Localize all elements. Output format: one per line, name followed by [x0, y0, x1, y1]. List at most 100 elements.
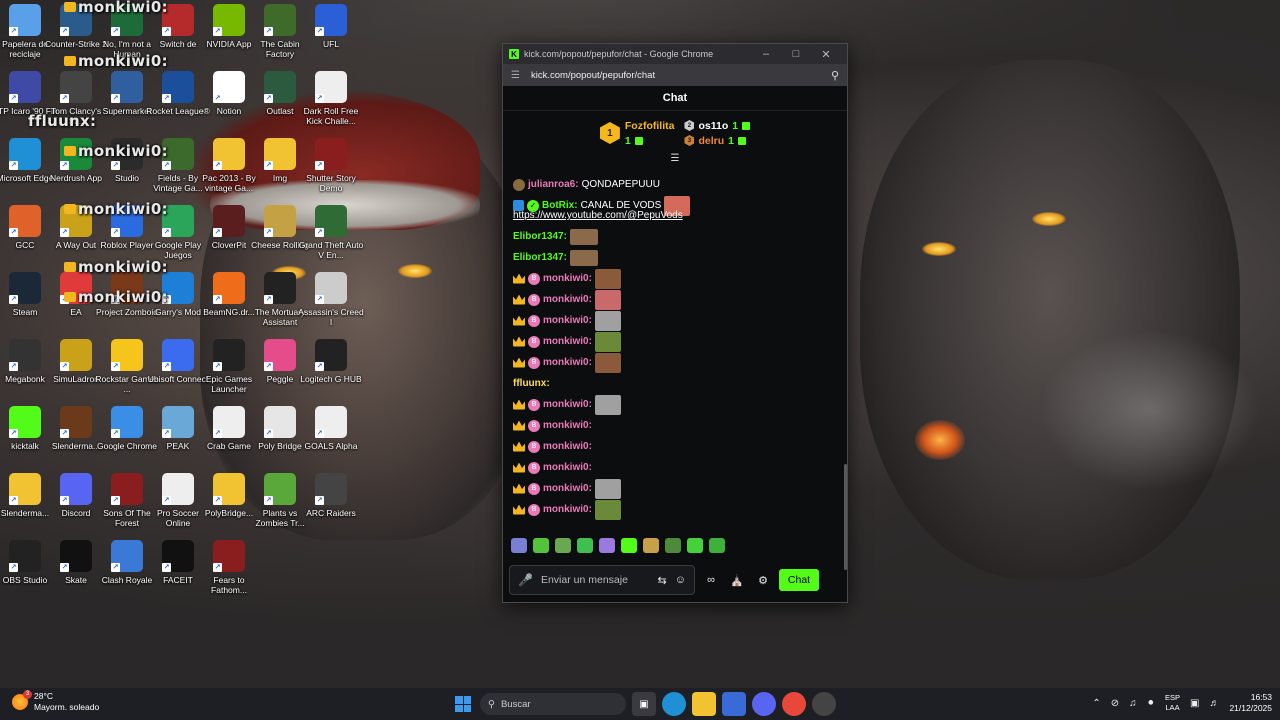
emote-icon[interactable]	[511, 538, 527, 553]
emoji-icon[interactable]: ☺	[675, 574, 686, 586]
url-text[interactable]: kick.com/popout/pepufor/chat	[531, 70, 831, 81]
emote-icon[interactable]	[555, 538, 571, 553]
desktop-icon[interactable]: ↗ Shutter Story Demo	[298, 138, 364, 193]
emote-icon[interactable]	[599, 538, 615, 553]
chat-username[interactable]: monkiwi0:	[543, 294, 592, 305]
weather-widget[interactable]: 3 28°C Mayorm. soleado	[12, 690, 99, 713]
settings-gear-icon[interactable]: ⚙	[753, 574, 773, 587]
youtube-link[interactable]: https://www.youtube.com/@PepuVods	[513, 210, 837, 222]
chat-message[interactable]: Bmonkiwi0:	[513, 289, 837, 310]
chat-message[interactable]: Bmonkiwi0:	[513, 394, 837, 415]
desktop-icon[interactable]: ↗ UFL	[298, 4, 364, 49]
chat-message[interactable]: Bmonkiwi0:	[513, 331, 837, 352]
file-explorer-icon[interactable]	[692, 692, 716, 716]
chat-username[interactable]: monkiwi0:	[543, 420, 592, 431]
chat-username[interactable]: monkiwi0:	[543, 441, 592, 452]
desktop-icon[interactable]: ↗ Assassin's Creed I	[298, 272, 364, 327]
desktop-icon[interactable]: ↗ Logitech G HUB	[298, 339, 364, 384]
emote-icon[interactable]	[665, 538, 681, 553]
discord-taskbar-icon[interactable]	[752, 692, 776, 716]
chat-message[interactable]: Bmonkiwi0:	[513, 415, 837, 436]
headset-icon[interactable]: ⚫	[1147, 698, 1155, 709]
chat-message[interactable]: Elibor1347:	[513, 247, 837, 268]
emote-icon[interactable]	[687, 538, 703, 553]
chat-username[interactable]: monkiwi0:	[543, 399, 592, 410]
chat-message[interactable]: Elibor1347:	[513, 226, 837, 247]
taskbar-search[interactable]: ⚲ Buscar	[480, 693, 626, 715]
desktop-icon[interactable]: ↗ Fears to Fathom...	[196, 540, 262, 595]
desktop-icon[interactable]: ↗ Grand Theft Auto V En...	[298, 205, 364, 260]
close-icon[interactable]: ✕	[811, 48, 841, 61]
shortcut-arrow-icon: ↗	[162, 228, 171, 237]
windows-start-icon[interactable]	[452, 693, 474, 715]
shortcut-arrow-icon: ↗	[9, 429, 18, 438]
chat-username[interactable]: monkiwi0:	[543, 462, 592, 473]
task-view-icon[interactable]: ▣	[632, 692, 656, 716]
chat-username[interactable]: Elibor1347:	[513, 231, 567, 242]
shortcut-arrow-icon: ↗	[111, 27, 120, 36]
network-off-icon[interactable]: ⊘	[1111, 698, 1119, 709]
subscriber-badge-icon: B	[528, 461, 540, 474]
chat-scrollbar[interactable]	[844, 464, 847, 570]
clock[interactable]: 16:53 21/12/2025	[1229, 692, 1272, 714]
chat-username[interactable]: Elibor1347:	[513, 252, 567, 263]
chat-message-input[interactable]	[540, 574, 650, 586]
shortcut-arrow-icon: ↗	[60, 94, 69, 103]
chat-messages[interactable]: julianroa6: QONDAPEPUUU ✓ BotRix: CANAL DE V…	[503, 174, 847, 526]
emote-icon[interactable]	[533, 538, 549, 553]
window-titlebar[interactable]: K kick.com/popout/pepufor/chat - Google …	[503, 44, 847, 64]
chrome-taskbar-icon[interactable]	[782, 692, 806, 716]
chat-username[interactable]: monkiwi0:	[543, 504, 592, 515]
chat-username[interactable]: ffluunx:	[513, 378, 550, 389]
microphone-icon[interactable]: 🎤	[518, 573, 533, 587]
chat-message[interactable]: Bmonkiwi0:	[513, 478, 837, 499]
emote-icon[interactable]	[709, 538, 725, 553]
leaderboard-second[interactable]: 2 os11o 1	[684, 120, 751, 132]
silver-medal-icon: 2	[684, 120, 695, 131]
chat-message[interactable]: Bmonkiwi0:	[513, 499, 837, 520]
emote-icon[interactable]	[577, 538, 593, 553]
chat-message[interactable]: ffluunx:	[513, 373, 837, 394]
edge-taskbar-icon[interactable]	[662, 692, 686, 716]
kick-points-icon[interactable]: ∞	[701, 574, 721, 586]
site-settings-icon[interactable]: ☰	[511, 70, 525, 81]
chat-message[interactable]: Bmonkiwi0:	[513, 310, 837, 331]
desktop-icon[interactable]: ↗ Dark Roll Free Kick Challe...	[298, 71, 364, 126]
chat-input-container[interactable]: 🎤 ⇆ ☺	[509, 565, 695, 595]
chat-username[interactable]: monkiwi0:	[543, 273, 592, 284]
send-chat-button[interactable]: Chat	[779, 569, 819, 591]
chevron-up-icon[interactable]: ⌃	[1092, 698, 1100, 709]
translate-icon[interactable]: ⇆	[658, 574, 667, 587]
chat-message[interactable]: Bmonkiwi0:	[513, 268, 837, 289]
desktop-icon-label: Assassin's Creed I	[298, 307, 364, 327]
address-bar[interactable]: ☰ kick.com/popout/pepufor/chat ⚲	[503, 64, 847, 86]
obs-taskbar-icon[interactable]	[812, 692, 836, 716]
chat-message[interactable]: Bmonkiwi0:	[513, 457, 837, 478]
leaderboard-first[interactable]: 1 Fozfofilita 1	[599, 120, 674, 147]
microphone-tray-icon[interactable]: ♫	[1129, 698, 1137, 709]
language-indicator[interactable]: ESP LAA	[1165, 693, 1180, 713]
leaderboard-third[interactable]: 3 delru 1	[684, 135, 750, 147]
zoom-icon[interactable]: ⚲	[831, 69, 839, 82]
volume-icon[interactable]: ♬	[1209, 698, 1219, 709]
chat-message[interactable]: Bmonkiwi0:	[513, 352, 837, 373]
emote-icon[interactable]	[643, 538, 659, 553]
chat-message[interactable]: julianroa6: QONDAPEPUUU	[513, 174, 837, 195]
shortcut-arrow-icon: ↗	[60, 429, 69, 438]
chat-popout-window[interactable]: K kick.com/popout/pepufor/chat - Google …	[502, 43, 848, 603]
chat-username[interactable]: monkiwi0:	[543, 483, 592, 494]
collapse-leaderboard-icon[interactable]: ☰	[503, 154, 847, 165]
chat-username[interactable]: monkiwi0:	[543, 315, 592, 326]
chat-message[interactable]: Bmonkiwi0:	[513, 436, 837, 457]
chat-username[interactable]: monkiwi0:	[543, 336, 592, 347]
desktop-icon[interactable]: ↗ GOALS Alpha	[298, 406, 364, 451]
desktop-icon[interactable]: ↗ ARC Raiders	[298, 473, 364, 518]
chat-username[interactable]: monkiwi0:	[543, 357, 592, 368]
maximize-icon[interactable]: □	[781, 48, 811, 60]
store-icon[interactable]: ⛪	[727, 574, 747, 587]
chat-username[interactable]: julianroa6:	[528, 179, 579, 190]
monitor-icon[interactable]: ▣	[1190, 698, 1199, 709]
microsoft-store-icon[interactable]	[722, 692, 746, 716]
minimize-icon[interactable]: –	[751, 48, 781, 60]
emote-icon[interactable]	[621, 538, 637, 553]
